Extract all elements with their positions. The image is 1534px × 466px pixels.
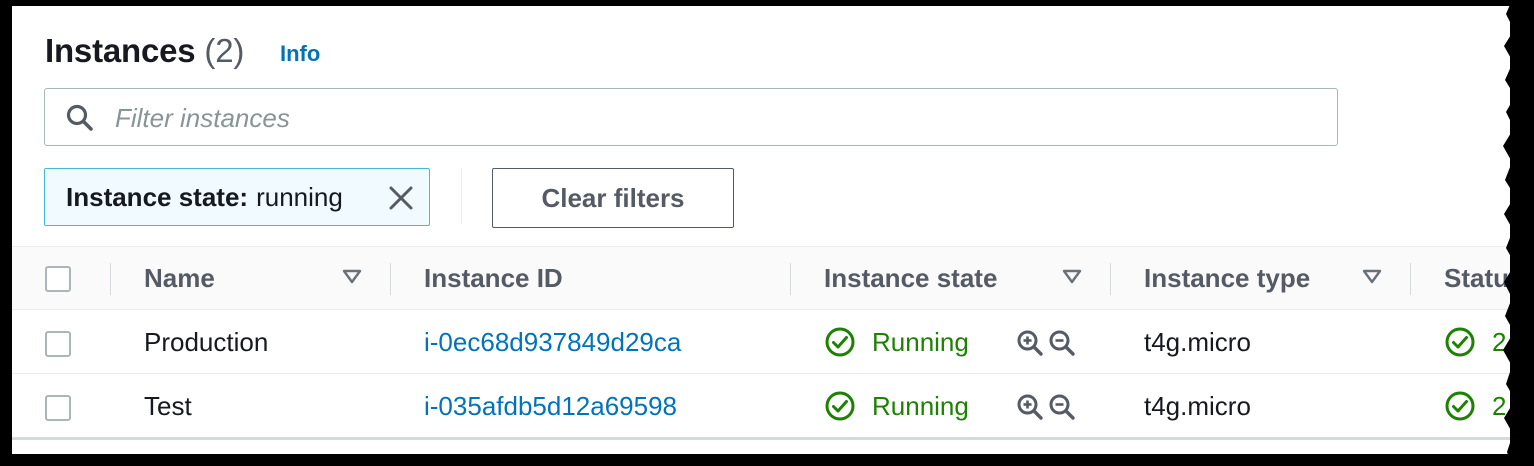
- instance-type: t4g.micro: [1144, 326, 1251, 357]
- caret-down-icon[interactable]: [342, 269, 362, 285]
- column-separator: [390, 263, 391, 295]
- select-all-checkbox[interactable]: [45, 266, 71, 292]
- torn-edge-decoration: [1503, 0, 1534, 466]
- close-icon[interactable]: [387, 184, 415, 212]
- filter-token: Instance state: running: [44, 168, 430, 226]
- table-bottom-border: [12, 437, 1510, 440]
- caret-down-icon[interactable]: [1362, 269, 1382, 285]
- filter-token-value: running: [256, 181, 343, 212]
- title-text: Instances: [45, 32, 196, 69]
- column-separator: [790, 263, 791, 295]
- search-icon: [66, 104, 93, 131]
- zoom-out-icon[interactable]: [1048, 329, 1076, 357]
- column-header-name[interactable]: Name: [144, 247, 215, 309]
- table-row[interactable]: Test i-035afdb5d12a69598 Running t4g.mic…: [12, 374, 1510, 438]
- row-checkbox[interactable]: [45, 395, 71, 421]
- column-separator: [1110, 263, 1111, 295]
- instance-state-label: Running: [872, 390, 969, 421]
- instances-panel: Instances (2) Info Instance state: runni…: [12, 6, 1510, 454]
- check-circle-icon: [825, 327, 855, 357]
- instance-state: Running: [824, 310, 969, 374]
- row-checkbox[interactable]: [45, 331, 71, 357]
- column-header-instance-state[interactable]: Instance state: [824, 247, 997, 309]
- toolbar-divider: [461, 168, 462, 224]
- zoom-out-icon[interactable]: [1048, 393, 1076, 421]
- check-circle-icon: [1445, 327, 1475, 357]
- table-header: Name Instance ID Instance state Instance…: [12, 246, 1510, 310]
- instance-name: Production: [144, 326, 269, 357]
- instance-name: Test: [144, 390, 192, 421]
- instance-id-link[interactable]: i-0ec68d937849d29ca: [424, 310, 681, 374]
- instance-state: Running: [824, 374, 969, 438]
- table-row[interactable]: Production i-0ec68d937849d29ca Running t…: [12, 310, 1510, 374]
- column-header-instance-id[interactable]: Instance ID: [424, 247, 563, 309]
- instance-state-label: Running: [872, 326, 969, 357]
- caret-down-icon[interactable]: [1062, 269, 1082, 285]
- column-separator: [110, 263, 111, 295]
- zoom-in-icon[interactable]: [1016, 329, 1044, 357]
- filter-token-key: Instance state:: [66, 181, 249, 212]
- instance-count: (2): [204, 32, 245, 69]
- instance-type: t4g.micro: [1144, 390, 1251, 421]
- column-separator: [1410, 263, 1411, 295]
- clear-filters-button[interactable]: Clear filters: [492, 168, 734, 228]
- filter-input[interactable]: [113, 97, 1317, 139]
- zoom-in-icon[interactable]: [1016, 393, 1044, 421]
- check-circle-icon: [825, 391, 855, 421]
- info-link[interactable]: Info: [280, 41, 320, 67]
- filter-search-box[interactable]: [44, 88, 1338, 146]
- instance-id-link[interactable]: i-035afdb5d12a69598: [424, 374, 677, 438]
- check-circle-icon: [1445, 391, 1475, 421]
- page-title: Instances (2): [45, 32, 244, 70]
- column-header-instance-type[interactable]: Instance type: [1144, 247, 1310, 309]
